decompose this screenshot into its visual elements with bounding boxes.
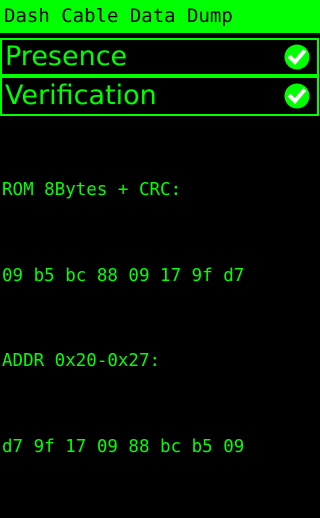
- verification-label: Verification: [5, 80, 157, 111]
- verification-status-row: Verification: [0, 76, 319, 116]
- check-circle-icon: [284, 44, 310, 70]
- check-circle-icon: [284, 83, 310, 109]
- device-screen: Dash Cable Data Dump Presence Verificati…: [0, 0, 320, 457]
- rom-bytes: 09 b5 bc 88 09 17 9f d7: [2, 265, 245, 286]
- presence-status-row: Presence: [0, 38, 319, 76]
- header-title: Dash Cable Data Dump: [0, 0, 320, 33]
- presence-label: Presence: [5, 41, 128, 72]
- addr-bytes: d7 9f 17 09 88 bc b5 09: [2, 436, 245, 457]
- rom-label: ROM 8Bytes + CRC:: [2, 180, 182, 200]
- addr-label: ADDR 0x20-0x27:: [2, 351, 161, 371]
- data-dump: ROM 8Bytes + CRC: 09 b5 bc 88 09 17 9f d…: [0, 119, 320, 518]
